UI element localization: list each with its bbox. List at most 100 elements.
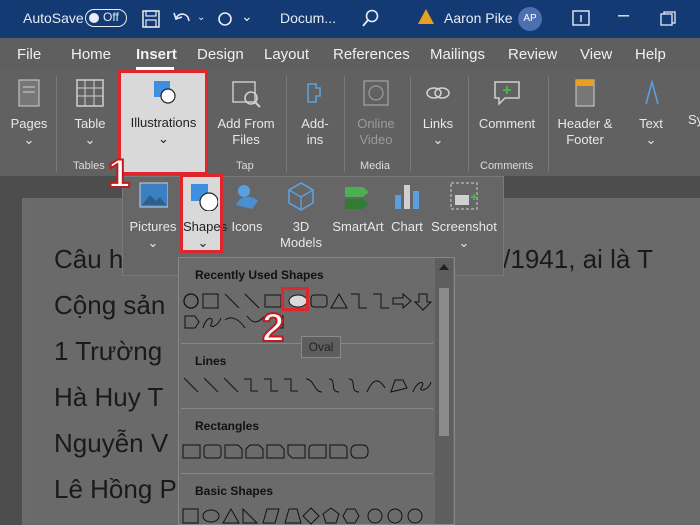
down-arrow-shape-icon[interactable] <box>413 293 433 311</box>
addins-label-1: Add- <box>301 116 329 131</box>
divider <box>181 408 433 409</box>
elbow-connector-shape-icon[interactable] <box>351 293 367 309</box>
shapes-scrollbar[interactable] <box>435 258 453 524</box>
autosave-state: Off <box>103 10 119 24</box>
line-shape-icon[interactable] <box>224 293 240 309</box>
save-icon[interactable] <box>142 10 160 28</box>
pictures-label: Pictures <box>129 219 177 234</box>
oval-shape-icon[interactable] <box>183 293 199 309</box>
tab-design[interactable]: Design <box>197 46 244 63</box>
document-line: Câu h <box>54 244 124 274</box>
icons-button[interactable]: Icons <box>227 181 267 235</box>
tab-layout[interactable]: Layout <box>264 46 309 63</box>
pictures-button[interactable]: Pictures ⌄ <box>127 181 179 251</box>
tab-help[interactable]: Help <box>635 46 666 63</box>
links-button[interactable]: Links ⌄ <box>416 78 460 148</box>
text-label: Text <box>639 116 663 131</box>
addins-icon <box>307 83 321 103</box>
add-from-files-icon <box>232 81 261 108</box>
tab-insert[interactable]: Insert <box>136 46 177 63</box>
screenshot-dropdown-icon: ⌄ <box>458 235 470 250</box>
user-name[interactable]: Aaron Pike <box>444 10 512 26</box>
3d-models-icon <box>288 182 314 211</box>
document-name: Docum... <box>280 10 337 26</box>
search-icon[interactable] <box>362 9 380 27</box>
tab-file[interactable]: File <box>17 46 41 63</box>
document-line: 1 Trường <box>54 336 163 366</box>
text-button[interactable]: Text ⌄ <box>630 78 672 148</box>
scroll-thumb[interactable] <box>439 288 449 436</box>
pentagon-shape-icon[interactable] <box>184 315 200 329</box>
redo-icon[interactable] <box>215 10 235 28</box>
3d-models-label-2: Models <box>280 235 322 250</box>
addins-button[interactable]: Add- ins <box>294 78 336 148</box>
icons-label: Icons <box>231 219 263 234</box>
screenshot-button[interactable]: Screenshot ⌄ <box>429 181 499 251</box>
basic-shapes-grid <box>182 507 423 525</box>
lines-grid <box>183 377 432 393</box>
undo-dropdown-icon[interactable]: ⌄ <box>197 12 205 23</box>
symbols-button[interactable]: Sy <box>688 112 700 128</box>
divider <box>344 76 345 172</box>
3d-models-button[interactable]: 3D Models <box>273 181 329 251</box>
online-video-button[interactable]: Online Video <box>352 78 400 148</box>
header-footer-label-1: Header & <box>557 116 613 131</box>
warning-icon[interactable] <box>418 9 434 24</box>
pages-button[interactable]: Pages ⌄ <box>8 78 50 148</box>
arrow-line-shape-icon[interactable] <box>244 293 260 309</box>
online-video-label-1: Online <box>357 116 395 131</box>
restore-icon[interactable] <box>660 11 676 27</box>
document-line: Hà Huy T <box>54 382 164 412</box>
scroll-up-icon[interactable] <box>439 264 449 270</box>
curve-shape-icon[interactable] <box>224 317 246 329</box>
table-dropdown-icon: ⌄ <box>84 132 96 147</box>
chart-label: Chart <box>391 219 423 234</box>
tab-review[interactable]: Review <box>508 46 557 63</box>
basic-shapes-heading: Basic Shapes <box>195 484 274 498</box>
icons-icon <box>236 185 258 209</box>
add-from-files-label-1: Add From <box>217 116 275 131</box>
tab-references[interactable]: References <box>333 46 410 63</box>
rectangles-heading: Rectangles <box>195 419 260 433</box>
lines-heading: Lines <box>195 354 227 368</box>
minimize-icon[interactable]: – <box>618 4 629 27</box>
tab-view[interactable]: View <box>580 46 612 63</box>
group-media: Media <box>360 160 390 172</box>
chart-button[interactable]: Chart <box>387 181 427 235</box>
group-comments: Comments <box>480 160 534 172</box>
rounded-rectangle-shape-icon[interactable] <box>310 294 328 308</box>
online-video-label-2: Video <box>359 132 393 147</box>
smartart-label: SmartArt <box>332 219 384 234</box>
divider <box>56 76 57 172</box>
comment-button[interactable]: Comment <box>474 78 540 132</box>
customize-toolbar-icon[interactable]: ⌄ <box>241 8 253 25</box>
divider <box>286 76 287 172</box>
undo-icon[interactable] <box>172 10 192 28</box>
autosave-toggle[interactable]: Off <box>85 9 127 27</box>
add-from-files-button[interactable]: Add From Files <box>214 78 278 148</box>
pages-label: Pages <box>10 116 48 131</box>
text-box-icon <box>645 78 659 105</box>
header-footer-icon <box>575 79 595 107</box>
tab-mailings[interactable]: Mailings <box>430 46 485 63</box>
links-dropdown-icon: ⌄ <box>432 132 444 147</box>
document-line: Nguyễn V <box>54 428 169 458</box>
smartart-button[interactable]: SmartArt <box>329 181 387 235</box>
pictures-dropdown-icon: ⌄ <box>147 235 159 250</box>
tab-home[interactable]: Home <box>71 46 111 63</box>
header-footer-button[interactable]: Header & Footer <box>552 78 618 148</box>
oval-highlight <box>281 287 309 311</box>
right-arrow-shape-icon[interactable] <box>392 292 412 310</box>
online-video-icon <box>363 80 389 106</box>
document-line: Lê Hồng P <box>54 474 177 504</box>
elbow-arrow-shape-icon[interactable] <box>373 293 389 309</box>
freeform-shape-icon[interactable] <box>202 317 222 329</box>
autosave-label: AutoSave <box>23 10 84 26</box>
avatar[interactable]: AP <box>518 7 542 31</box>
ribbon-display-icon[interactable] <box>572 10 590 26</box>
vertical-ruler[interactable] <box>0 198 22 525</box>
divider <box>468 76 469 172</box>
table-button[interactable]: Table ⌄ <box>68 78 112 148</box>
text-box-shape-icon[interactable] <box>202 293 219 309</box>
triangle-shape-icon[interactable] <box>330 292 348 309</box>
